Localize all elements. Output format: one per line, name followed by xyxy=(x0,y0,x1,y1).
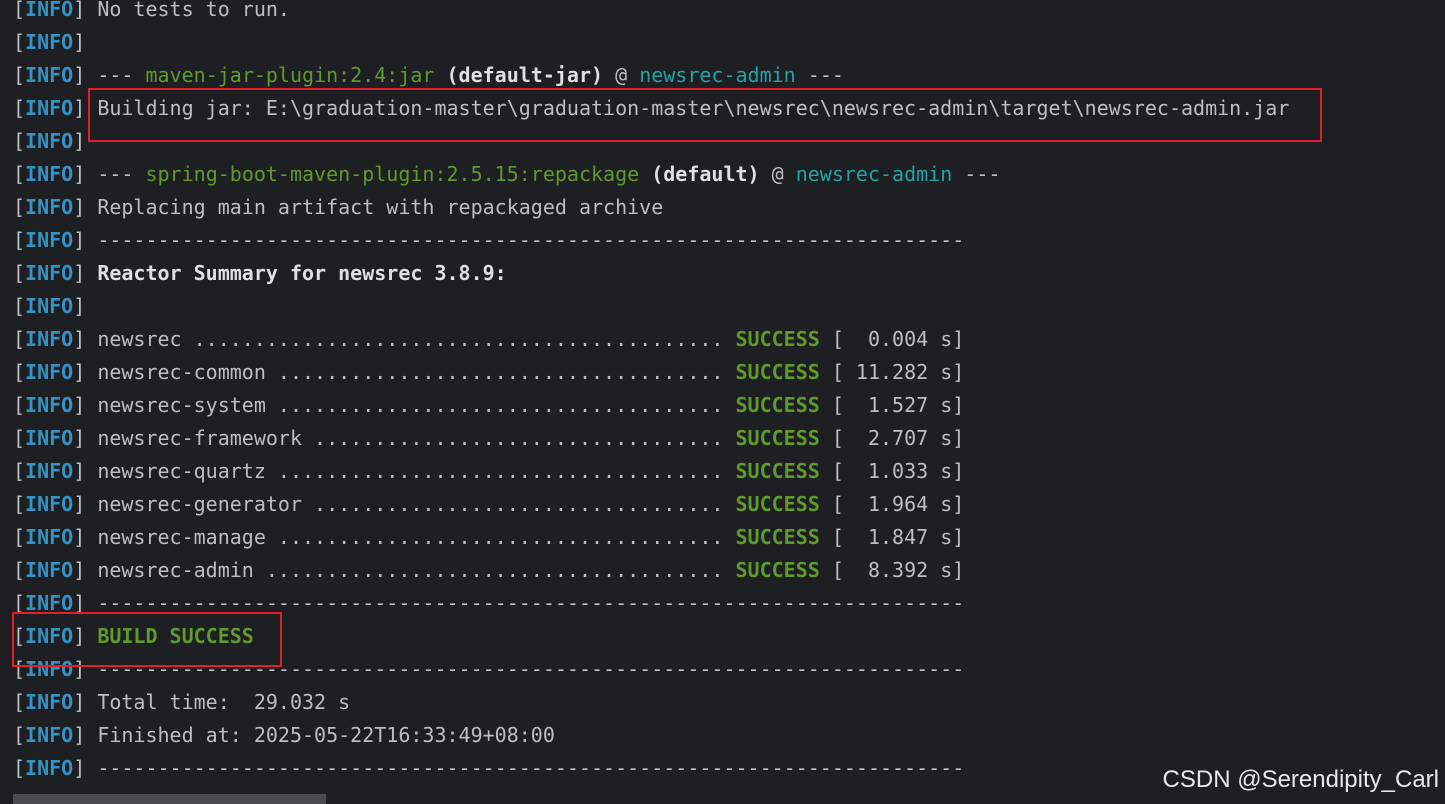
reactor-row: [INFO] newsrec-quartz ..................… xyxy=(13,459,965,483)
total-time-line: [INFO] Total time: 29.032 s xyxy=(13,690,351,714)
log-line: [INFO] xyxy=(13,294,86,318)
highlight-box-build-success xyxy=(12,612,282,667)
log-line: [INFO] No tests to run. xyxy=(13,0,290,21)
reactor-row: [INFO] newsrec-admin ...................… xyxy=(13,558,965,582)
reactor-summary-title: [INFO] Reactor Summary for newsrec 3.8.9… xyxy=(13,261,507,285)
log-line: [INFO] xyxy=(13,129,86,153)
finished-at-line: [INFO] Finished at: 2025-05-22T16:33:49+… xyxy=(13,723,555,747)
reactor-row: [INFO] newsrec-system ..................… xyxy=(13,393,965,417)
reactor-row: [INFO] newsrec-generator ...............… xyxy=(13,492,965,516)
watermark: CSDN @Serendipity_Carl xyxy=(1162,766,1439,793)
log-line: [INFO] --- spring-boot-maven-plugin:2.5.… xyxy=(13,162,1001,186)
reactor-row: [INFO] newsrec .........................… xyxy=(13,327,965,351)
highlight-box-building-jar xyxy=(88,88,1322,142)
log-separator: [INFO] ---------------------------------… xyxy=(13,756,965,780)
log-line: [INFO] Replacing main artifact with repa… xyxy=(13,195,664,219)
reactor-row: [INFO] newsrec-common ..................… xyxy=(13,360,965,384)
reactor-row: [INFO] newsrec-framework ...............… xyxy=(13,426,965,450)
console-output: [INFO] No tests to run. [INFO] [INFO] --… xyxy=(0,0,1445,804)
log-line: [INFO] xyxy=(13,30,86,54)
reactor-row: [INFO] newsrec-manage ..................… xyxy=(13,525,965,549)
log-separator: [INFO] ---------------------------------… xyxy=(13,228,965,252)
horizontal-scrollbar[interactable] xyxy=(13,794,326,804)
